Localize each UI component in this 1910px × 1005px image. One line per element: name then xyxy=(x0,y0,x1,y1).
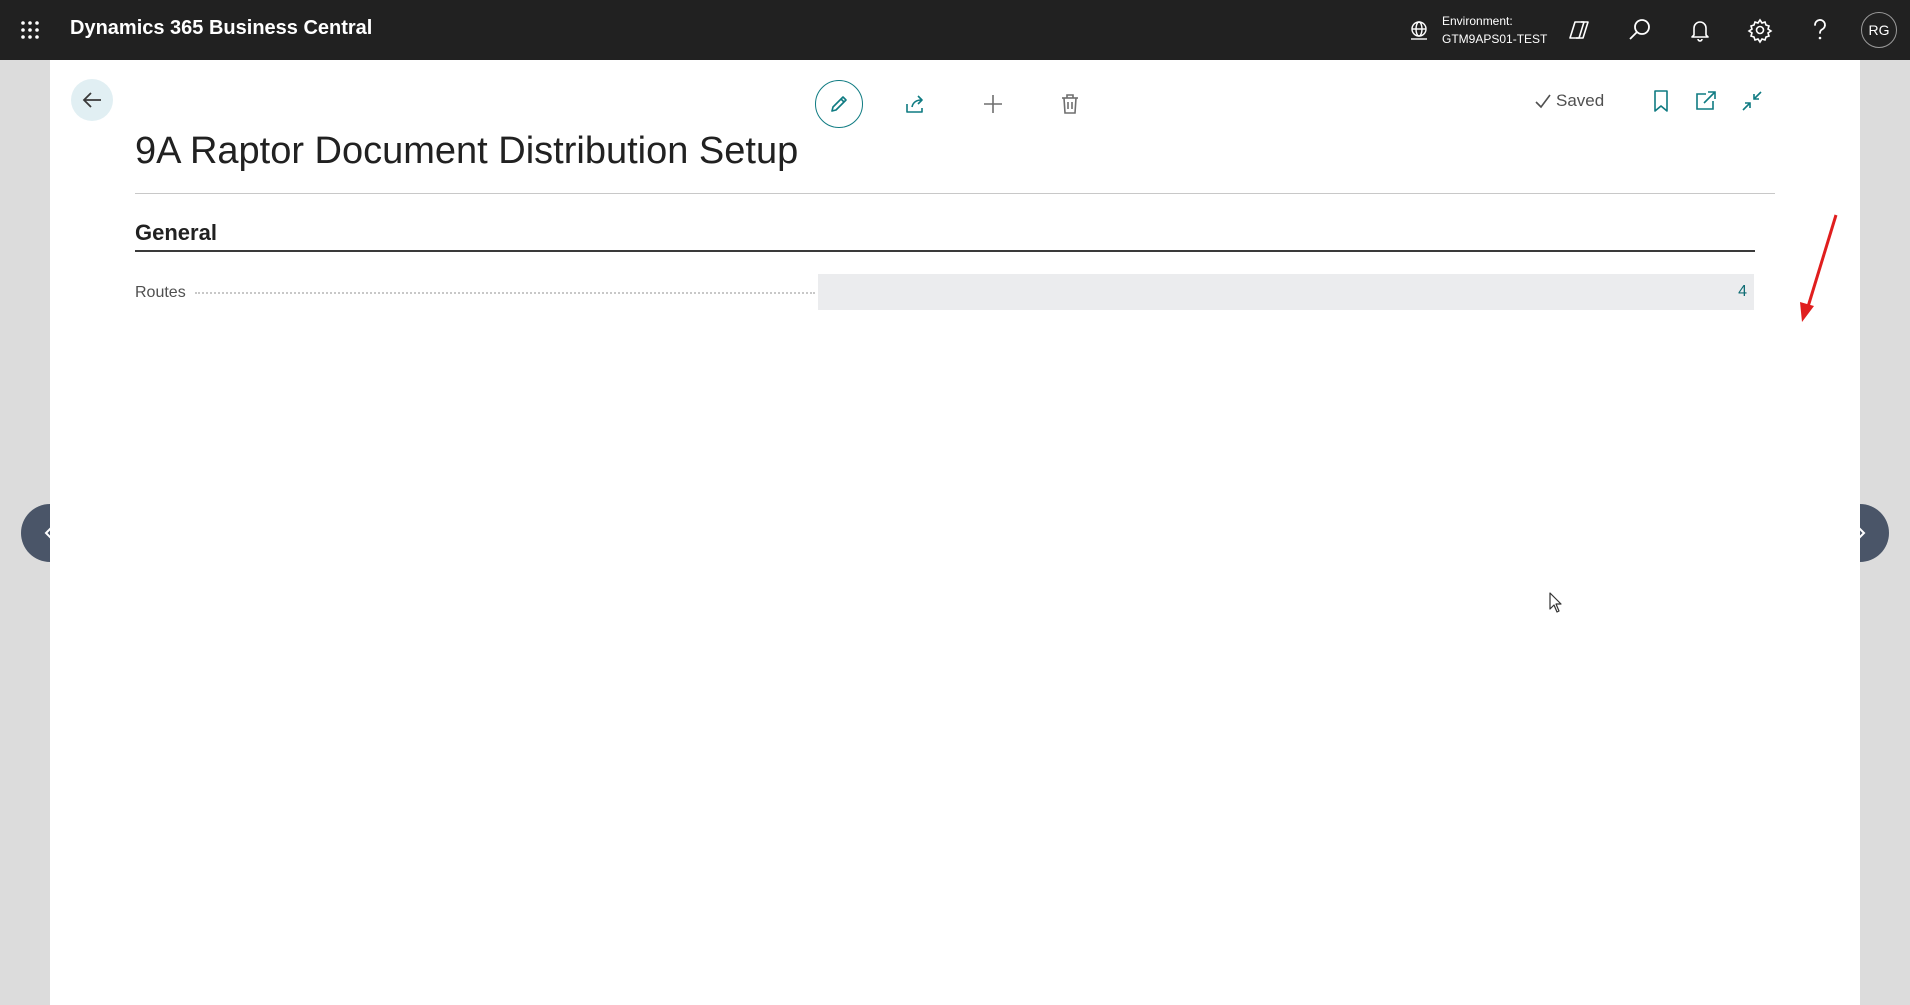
saved-status: Saved xyxy=(1534,91,1604,111)
share-icon xyxy=(906,95,923,113)
section-divider xyxy=(135,250,1755,252)
back-arrow-icon xyxy=(82,92,101,108)
page-title: 9A Raptor Document Distribution Setup xyxy=(135,130,799,172)
share-button[interactable] xyxy=(891,80,939,128)
edit-icon xyxy=(831,96,847,112)
saved-label: Saved xyxy=(1556,91,1605,110)
annotation-arrow-icon xyxy=(1800,214,1838,322)
back-button[interactable] xyxy=(71,79,113,121)
bell-icon[interactable] xyxy=(1686,16,1714,44)
checkmark-icon xyxy=(1535,94,1551,109)
app-title[interactable]: Dynamics 365 Business Central xyxy=(70,17,372,40)
top-bar: Dynamics 365 Business Central Environmen… xyxy=(0,0,1910,60)
app-launcher-icon[interactable] xyxy=(20,20,40,40)
search-icon[interactable] xyxy=(1626,16,1654,44)
help-icon[interactable] xyxy=(1806,16,1834,44)
open-new-window-icon[interactable] xyxy=(1693,88,1719,114)
new-button[interactable] xyxy=(969,80,1017,128)
section-title-general[interactable]: General xyxy=(135,220,217,246)
add-icon xyxy=(984,95,1002,113)
routes-value-text[interactable]: 4 xyxy=(1738,283,1747,301)
page-card: Saved 9A Raptor Document Distribution Se… xyxy=(50,60,1860,1005)
environment-label: Environment: xyxy=(1442,14,1513,28)
environment-value: GTM9APS01-TEST xyxy=(1442,32,1548,46)
environment-info[interactable]: Environment: GTM9APS01-TEST xyxy=(1442,12,1547,48)
field-leader-dots xyxy=(195,292,815,294)
title-divider xyxy=(135,193,1775,194)
routes-value[interactable]: 4 xyxy=(818,274,1754,310)
routes-label: Routes xyxy=(135,284,186,301)
environment-icon xyxy=(1411,21,1427,40)
delete-button[interactable] xyxy=(1046,80,1094,128)
bookmark-icon[interactable] xyxy=(1648,88,1674,114)
collapse-icon[interactable] xyxy=(1739,88,1765,114)
copilot-icon[interactable] xyxy=(1566,16,1594,44)
edit-button[interactable] xyxy=(815,80,863,128)
gear-icon[interactable] xyxy=(1746,16,1774,44)
user-avatar[interactable]: RG xyxy=(1861,12,1897,48)
delete-icon xyxy=(1062,94,1078,114)
mouse-cursor-icon xyxy=(1549,592,1562,613)
